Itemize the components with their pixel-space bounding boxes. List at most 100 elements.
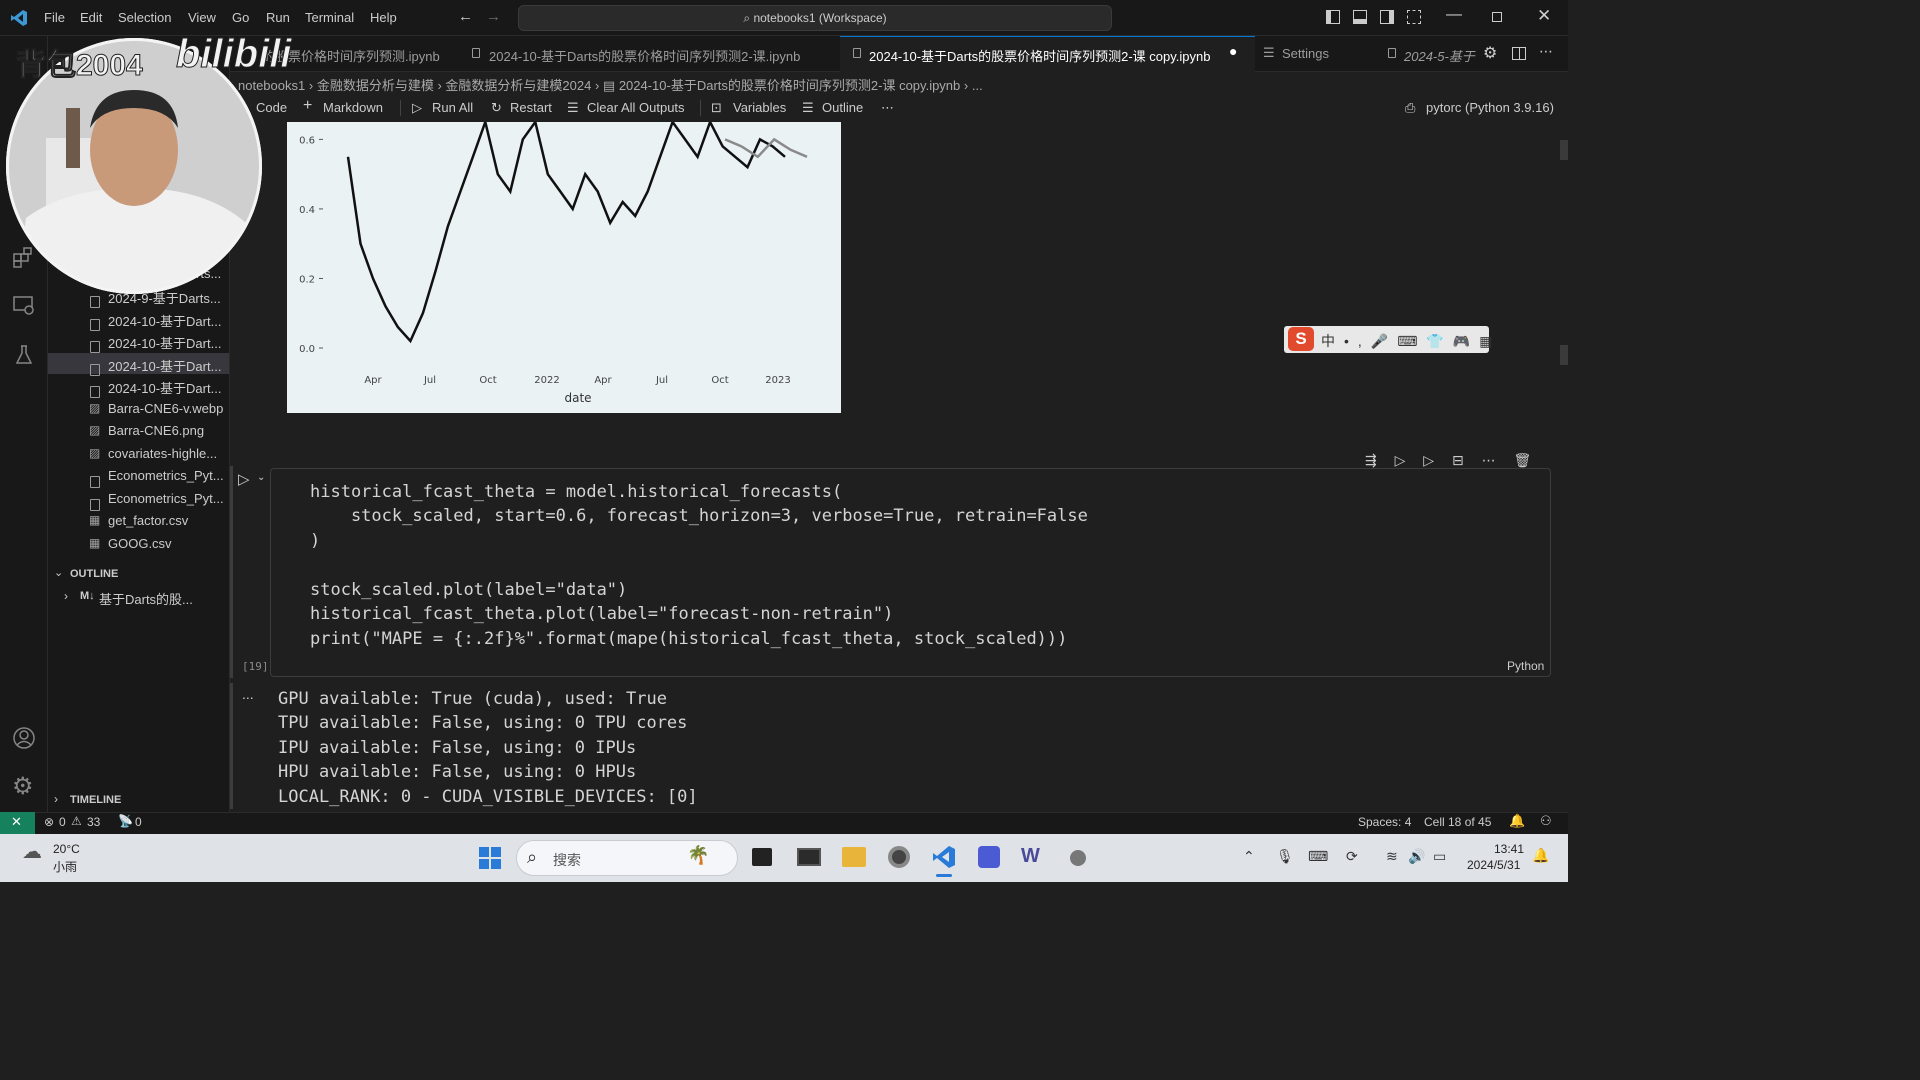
menu-file[interactable]: File: [44, 10, 65, 25]
menu-edit[interactable]: Edit: [80, 10, 102, 25]
clock-time[interactable]: 13:41: [1494, 842, 1524, 856]
warning-count[interactable]: 33: [87, 815, 100, 829]
ime-tool-icons[interactable]: 中•,🎤⌨👕🎮▦: [1321, 331, 1502, 351]
outline-button[interactable]: Outline: [822, 100, 863, 115]
volume-icon[interactable]: 🔊: [1408, 848, 1425, 865]
file-item[interactable]: Barra-CNE6.png: [108, 423, 204, 438]
tab-notebook-active[interactable]: 2024-10-基于Darts的股票价格时间序列预测2-课 copy.ipynb: [869, 46, 1210, 65]
delete-cell-icon[interactable]: 🗑: [1513, 452, 1531, 468]
notifications-bell-icon[interactable]: 🔔: [1509, 813, 1525, 829]
file-item[interactable]: get_factor.csv: [108, 513, 188, 528]
minimize-icon[interactable]: —: [1446, 6, 1462, 24]
manage-gear-icon[interactable]: ⚙: [12, 772, 34, 801]
windows-start-icon[interactable]: [478, 846, 502, 870]
command-center[interactable]: ⌕ notebooks1 (Workspace): [518, 5, 1112, 31]
breadcrumb-item[interactable]: notebooks1: [238, 78, 305, 93]
chevron-up-icon[interactable]: ⌃: [1243, 848, 1255, 865]
close-window-icon[interactable]: ✕: [1537, 6, 1551, 26]
customize-layout-icon[interactable]: [1407, 10, 1421, 24]
kernel-picker[interactable]: pytorc (Python 3.9.16): [1426, 100, 1554, 115]
app-icon[interactable]: [1070, 850, 1086, 866]
breadcrumb-item[interactable]: ...: [972, 78, 983, 93]
variables-button[interactable]: Variables: [733, 100, 786, 115]
back-arrow-icon[interactable]: ←: [458, 8, 473, 25]
split-cell-icon[interactable]: ⊟: [1452, 452, 1464, 468]
notification-center-icon[interactable]: 🔔: [1532, 847, 1549, 864]
run-by-line-icon[interactable]: ⇶: [1365, 452, 1377, 468]
desktop-app-icon[interactable]: [797, 848, 821, 866]
toggle-secondary-sidebar-icon[interactable]: [1380, 10, 1394, 24]
wps-app-icon[interactable]: W: [1021, 845, 1040, 868]
tab-notebook-2[interactable]: 2024-10-基于Darts的股票价格时间序列预测2-课.ipynb: [489, 46, 800, 65]
error-count[interactable]: 0: [59, 815, 66, 829]
file-item[interactable]: Econometrics_Pyt...: [108, 468, 224, 483]
testing-flask-icon[interactable]: [14, 344, 34, 366]
split-editor-icon[interactable]: [1512, 47, 1526, 60]
menu-help[interactable]: Help: [370, 10, 397, 25]
clock-date[interactable]: 2024/5/31: [1467, 858, 1520, 872]
cell-position-status[interactable]: Cell 18 of 45: [1424, 815, 1491, 829]
sogou-ime-toolbar[interactable]: S 中•,🎤⌨👕🎮▦: [1284, 326, 1493, 353]
outline-section-header[interactable]: OUTLINE: [70, 568, 118, 580]
add-markdown-cell-button[interactable]: Markdown: [323, 100, 383, 115]
copilot-icon[interactable]: ⚇: [1540, 813, 1552, 829]
file-item-selected[interactable]: 2024-10-基于Dart...: [108, 356, 221, 375]
remote-indicator[interactable]: ✕: [0, 812, 35, 834]
remote-explorer-icon[interactable]: [12, 294, 36, 316]
outline-item[interactable]: 基于Darts的股...: [99, 589, 193, 608]
taskbar-search-box[interactable]: ⌕ 搜索 🌴: [516, 840, 738, 876]
file-explorer-icon[interactable]: [842, 847, 866, 867]
file-item[interactable]: Barra-CNE6-v.webp: [108, 401, 223, 416]
weather-condition[interactable]: 小雨: [53, 858, 77, 875]
file-item[interactable]: GOOG.csv: [108, 536, 172, 551]
vscode-taskbar-icon[interactable]: [932, 845, 956, 869]
breadcrumb-item[interactable]: 2024-10-基于Darts的股票价格时间序列预测2-课 copy.ipynb: [619, 78, 960, 93]
menu-go[interactable]: Go: [232, 10, 249, 25]
more-actions-icon[interactable]: ⋯: [1539, 43, 1553, 60]
file-item[interactable]: covariates-highle...: [108, 446, 217, 461]
menu-view[interactable]: View: [188, 10, 216, 25]
ports-count[interactable]: 0: [135, 815, 142, 829]
cell-more-icon[interactable]: ⋯: [1482, 452, 1496, 468]
chevron-right-icon[interactable]: ›: [54, 792, 58, 806]
tab-notebook-preview[interactable]: 2024-5-基于: [1404, 46, 1475, 65]
chevron-down-icon[interactable]: ⌄: [54, 566, 63, 579]
cell-language-label[interactable]: Python: [1507, 659, 1544, 673]
file-item[interactable]: Econometrics_Pyt...: [108, 491, 224, 506]
unsaved-dot-icon[interactable]: ●: [1229, 43, 1237, 59]
indentation-status[interactable]: Spaces: 4: [1358, 815, 1411, 829]
app-icon[interactable]: [978, 846, 1000, 868]
menu-selection[interactable]: Selection: [118, 10, 171, 25]
browser-app-icon[interactable]: [888, 846, 910, 868]
execute-below-icon[interactable]: ▷: [1423, 452, 1434, 468]
restart-button[interactable]: Restart: [510, 100, 552, 115]
clear-all-outputs-button[interactable]: Clear All Outputs: [587, 100, 685, 115]
weather-temperature[interactable]: 20°C: [53, 842, 80, 856]
tab-settings[interactable]: Settings: [1282, 46, 1329, 61]
gear-icon[interactable]: ⚙: [1483, 43, 1497, 63]
timeline-section-header[interactable]: TIMELINE: [70, 794, 121, 806]
wifi-icon[interactable]: ≋: [1386, 848, 1398, 865]
ime-language-icon[interactable]: ⌨: [1308, 848, 1328, 865]
microphone-icon[interactable]: 🎙: [1276, 848, 1294, 865]
battery-icon[interactable]: ▭: [1433, 848, 1446, 865]
add-code-cell-button[interactable]: Code: [256, 100, 287, 115]
more-icon[interactable]: ⋯: [881, 100, 894, 116]
breadcrumb-item[interactable]: 金融数据分析与建模2024: [445, 78, 591, 93]
file-item[interactable]: 2024-10-基于Dart...: [108, 333, 221, 352]
run-cell-icon[interactable]: ▷: [238, 470, 250, 488]
account-icon[interactable]: [12, 726, 36, 750]
extensions-icon[interactable]: [12, 246, 34, 268]
forward-arrow-icon[interactable]: →: [486, 8, 501, 25]
terminal-app-icon[interactable]: [752, 848, 772, 866]
output-more-button[interactable]: ...: [242, 686, 254, 702]
breadcrumb-item[interactable]: 金融数据分析与建模: [317, 78, 434, 93]
run-all-button[interactable]: Run All: [432, 100, 473, 115]
execute-above-icon[interactable]: ▷: [1395, 452, 1406, 468]
tray-app-icon[interactable]: ⟳: [1346, 848, 1358, 865]
toggle-panel-icon[interactable]: [1353, 10, 1367, 24]
menu-terminal[interactable]: Terminal: [305, 10, 354, 25]
toggle-sidebar-icon[interactable]: [1326, 10, 1340, 24]
chevron-right-icon[interactable]: ›: [64, 589, 68, 603]
file-item[interactable]: 2024-10-基于Dart...: [108, 378, 221, 397]
